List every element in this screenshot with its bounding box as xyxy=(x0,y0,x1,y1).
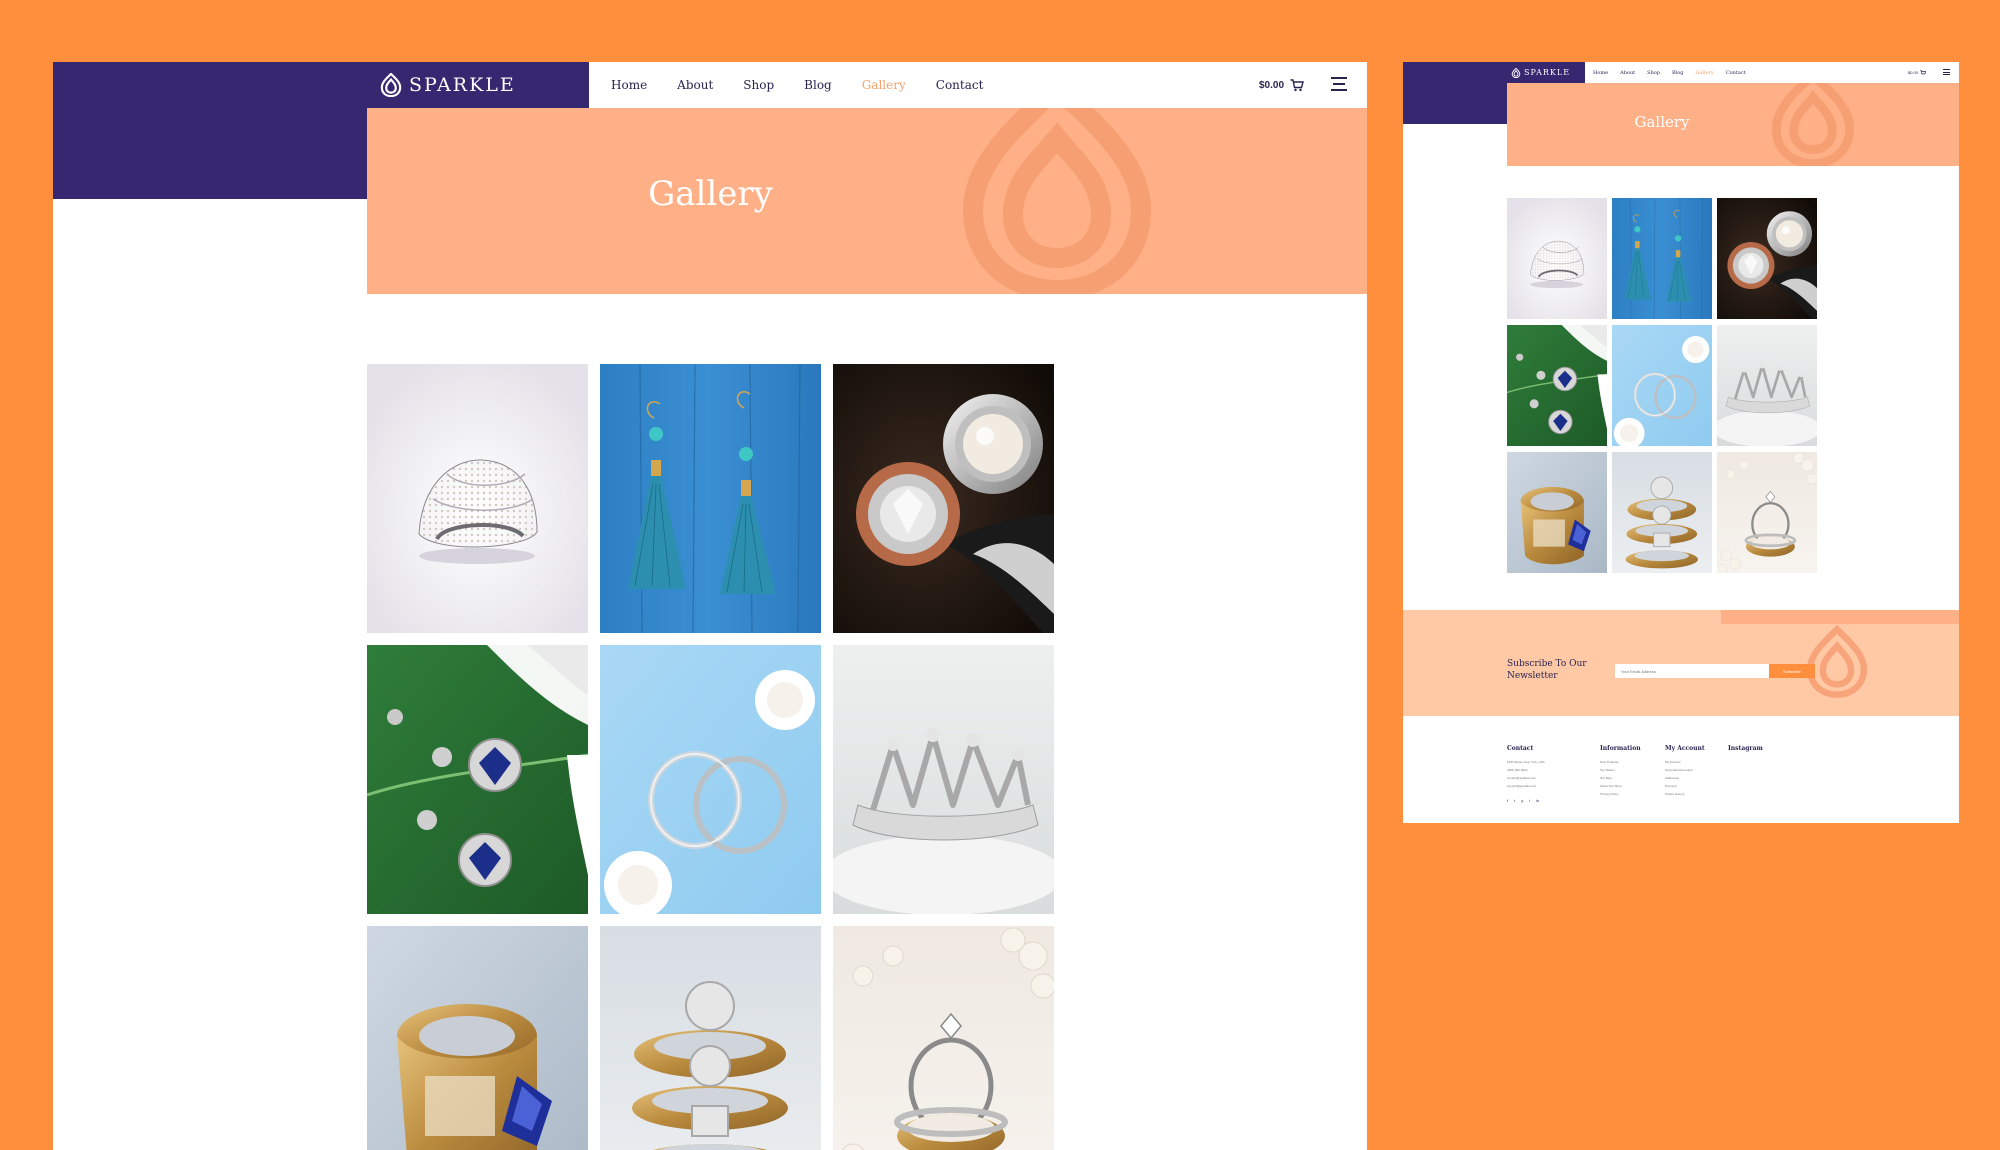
cart-icon xyxy=(1920,69,1927,74)
footer-information-column: Information New Products Top Sellers Our… xyxy=(1600,745,1641,800)
gallery-grid xyxy=(367,364,1054,1150)
nav-blog[interactable]: Blog xyxy=(1672,70,1683,76)
cart-button[interactable]: $0.00 xyxy=(1908,62,1927,83)
youtube-icon[interactable]: y xyxy=(1521,798,1523,803)
footer-heading: Information xyxy=(1600,745,1641,752)
nav-about[interactable]: About xyxy=(1620,70,1635,76)
nav-shop[interactable]: Shop xyxy=(743,78,774,92)
nav-blog[interactable]: Blog xyxy=(804,78,832,92)
gallery-image-diamond-ring[interactable] xyxy=(367,364,588,633)
page-title: Gallery xyxy=(648,174,773,214)
gallery-image-diamond-ring[interactable] xyxy=(1507,198,1607,319)
footer-email[interactable]: support@sparkle.com xyxy=(1507,784,1545,792)
gallery-image-hoop-earrings[interactable] xyxy=(1612,325,1712,446)
logo-area[interactable]: SPARKLE xyxy=(367,62,589,108)
nav-home[interactable]: Home xyxy=(1593,70,1608,76)
gallery-image-pearl-ring[interactable] xyxy=(1717,198,1817,319)
nav-home[interactable]: Home xyxy=(611,78,647,92)
brand-name: SPARKLE xyxy=(409,74,516,96)
nav-shop[interactable]: Shop xyxy=(1647,70,1660,76)
sparkle-logo-icon xyxy=(379,73,403,97)
logo[interactable]: SPARKLE xyxy=(379,73,516,97)
nav-gallery[interactable]: Gallery xyxy=(1695,70,1713,76)
main-nav: Home About Shop Blog Gallery Contact xyxy=(1593,62,1758,83)
gallery-image-pearl-ring[interactable] xyxy=(833,364,1054,633)
header-purple-block xyxy=(53,62,367,199)
gallery-image-gold-sapphire-ring[interactable] xyxy=(367,926,588,1150)
footer-link[interactable]: New Products xyxy=(1600,760,1641,768)
footer-link[interactable]: Addresses xyxy=(1665,776,1705,784)
footer-link[interactable]: Top Sellers xyxy=(1600,768,1641,776)
footer-link[interactable]: Privacy Policy xyxy=(1600,792,1641,800)
footer-phone[interactable]: (000) 000-0000 xyxy=(1507,768,1545,776)
footer-instagram-column: Instagram xyxy=(1728,745,1763,760)
brand-name: SPARKLE xyxy=(1524,68,1571,77)
cart-total: $0.00 xyxy=(1908,70,1919,75)
newsletter-watermark-icon xyxy=(1805,622,1869,702)
footer-link[interactable]: Our Blog xyxy=(1600,776,1641,784)
desktop-mockup: SPARKLE Home About Shop Blog Gallery Con… xyxy=(53,62,1367,1150)
logo-area[interactable]: SPARKLE xyxy=(1507,62,1585,83)
page-hero: Gallery xyxy=(367,108,1367,294)
footer-link[interactable]: Personal Information xyxy=(1665,768,1705,776)
gallery-image-sapphire-earrings[interactable] xyxy=(1507,325,1607,446)
cart-total: $0.00 xyxy=(1259,79,1285,91)
footer-link[interactable]: My Account xyxy=(1665,760,1705,768)
nav-gallery[interactable]: Gallery xyxy=(862,78,906,92)
footer-heading: Instagram xyxy=(1728,745,1763,752)
gallery-image-wedding-rings[interactable] xyxy=(833,926,1054,1150)
cart-button[interactable]: $0.00 xyxy=(1259,62,1304,108)
footer-email[interactable]: contact@sparkle.com xyxy=(1507,776,1545,784)
footer-link[interactable]: Orders History xyxy=(1665,792,1705,800)
sparkle-logo-icon xyxy=(1511,68,1521,78)
gallery-image-tassel-earrings[interactable] xyxy=(1612,198,1712,319)
newsletter-subscribe-button[interactable]: Subscribe xyxy=(1769,664,1815,678)
gallery-image-stacked-gold-rings[interactable] xyxy=(1612,452,1712,573)
footer-account-column: My Account My Account Personal Informati… xyxy=(1665,745,1705,800)
social-links: f t y i in xyxy=(1507,798,1545,803)
footer-contact-column: Contact 1234 Street, New York, USA (000)… xyxy=(1507,745,1545,803)
page-title: Gallery xyxy=(1634,113,1690,131)
nav-contact[interactable]: Contact xyxy=(1726,70,1746,76)
main-nav: Home About Shop Blog Gallery Contact xyxy=(611,62,1013,108)
footer-link[interactable]: About Our Shop xyxy=(1600,784,1641,792)
gallery-image-wedding-rings[interactable] xyxy=(1717,452,1817,573)
gallery-grid xyxy=(1507,198,1817,573)
linkedin-icon[interactable]: in xyxy=(1536,798,1539,803)
gallery-image-sapphire-earrings[interactable] xyxy=(367,645,588,914)
facebook-icon[interactable]: f xyxy=(1507,798,1508,803)
gallery-image-hoop-earrings[interactable] xyxy=(600,645,821,914)
header-purple-block xyxy=(1403,62,1507,124)
newsletter-section xyxy=(1403,610,1959,716)
footer-address: 1234 Street, New York, USA xyxy=(1507,760,1545,764)
instagram-icon[interactable]: i xyxy=(1529,798,1530,803)
footer-heading: Contact xyxy=(1507,745,1534,752)
logo[interactable]: SPARKLE xyxy=(1511,68,1570,78)
gallery-image-gold-sapphire-ring[interactable] xyxy=(1507,452,1607,573)
newsletter-title: Subscribe To Our Newsletter xyxy=(1507,659,1587,681)
full-page-mockup: SPARKLE Home About Shop Blog Gallery Con… xyxy=(1403,62,1959,823)
gallery-image-tiara[interactable] xyxy=(833,645,1054,914)
nav-about[interactable]: About xyxy=(677,78,713,92)
gallery-image-stacked-gold-rings[interactable] xyxy=(600,926,821,1150)
newsletter-email-input[interactable] xyxy=(1615,664,1769,678)
gallery-image-tassel-earrings[interactable] xyxy=(600,364,821,633)
gallery-image-tiara[interactable] xyxy=(1717,325,1817,446)
cart-icon xyxy=(1290,78,1304,91)
page-hero: Gallery xyxy=(1507,83,1959,166)
nav-contact[interactable]: Contact xyxy=(936,78,984,92)
hamburger-menu-icon[interactable] xyxy=(1943,69,1950,75)
hamburger-menu-icon[interactable] xyxy=(1331,77,1347,91)
footer-heading: My Account xyxy=(1665,745,1705,752)
twitter-icon[interactable]: t xyxy=(1514,798,1515,803)
footer-link[interactable]: Discount xyxy=(1665,784,1705,792)
